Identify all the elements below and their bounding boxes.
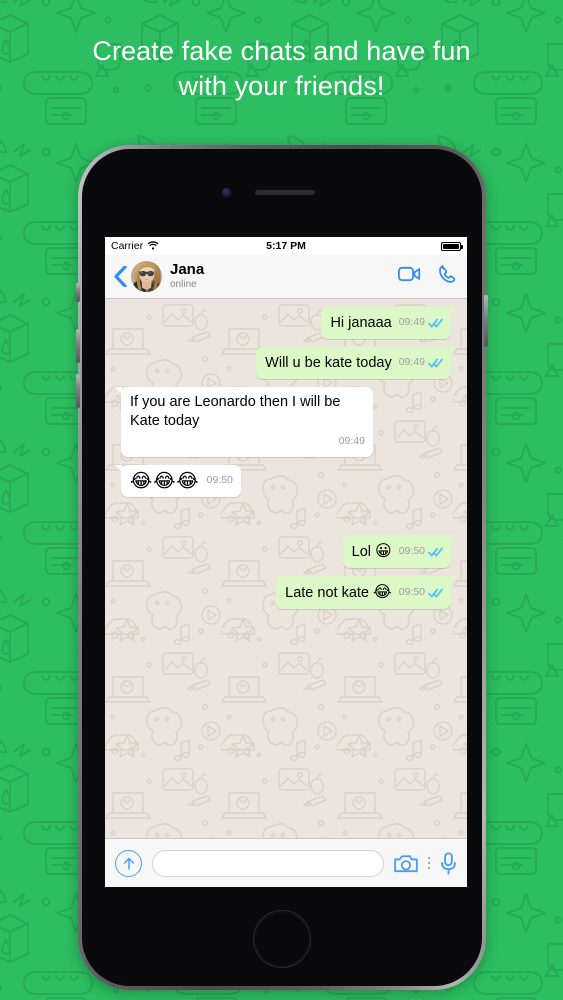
message-emoji: 😂😂😂 (130, 470, 200, 492)
message-text: Hi janaaa (330, 315, 392, 331)
send-arrow-up-icon[interactable] (115, 849, 142, 877)
message-row-outgoing: Will u be kate today 09:49 (114, 347, 458, 379)
phone-screen: Carrier 5:17 PM Jana online Hi janaaa 09… (105, 237, 467, 887)
message-time: 09:49 (338, 435, 365, 447)
camera-icon[interactable] (393, 854, 418, 873)
message-meta: 09:50 (399, 583, 443, 603)
message-text: Lol 😀 (351, 541, 392, 560)
message-row-outgoing: Late not kate 😂 09:50 (114, 576, 458, 609)
message-meta: 09:49 (399, 313, 443, 333)
read-receipt-double-check-icon (428, 318, 443, 328)
message-bubble[interactable]: 😂😂😂 09:50 (115, 465, 241, 497)
message-text-input[interactable] (152, 849, 384, 877)
status-bar: Carrier 5:17 PM (105, 237, 467, 255)
volume-down-button[interactable] (76, 374, 80, 408)
message-bubble[interactable]: Hi janaaa 09:49 (321, 307, 457, 339)
earpiece-speaker (255, 190, 315, 195)
promo-headline: Create fake chats and have fun with your… (0, 34, 563, 104)
power-button[interactable] (484, 295, 488, 347)
message-bubble[interactable]: Lol 😀 09:50 (342, 535, 458, 568)
message-bubble[interactable]: Will u be kate today 09:49 (256, 347, 457, 379)
message-time: 09:50 (398, 545, 425, 557)
message-list: Hi janaaa 09:49 Will u be kate today 09:… (114, 307, 458, 609)
contact-info: Jana online (170, 262, 398, 291)
front-camera-icon (222, 188, 231, 197)
volume-up-button[interactable] (76, 329, 80, 363)
message-bubble[interactable]: If you are Leonardo then I will be Kate … (115, 387, 373, 457)
silent-switch-button[interactable] (76, 283, 80, 302)
message-list-container[interactable]: Hi janaaa 09:49 Will u be kate today 09:… (105, 299, 467, 838)
read-receipt-double-check-icon (428, 588, 443, 598)
message-row-outgoing: Lol 😀 09:50 (114, 535, 458, 568)
phone-body: Carrier 5:17 PM Jana online Hi janaaa 09… (82, 149, 482, 986)
phone-handset-icon[interactable] (437, 264, 457, 289)
message-time: 09:49 (398, 316, 425, 328)
video-camera-icon[interactable] (398, 266, 421, 287)
battery-fill (443, 243, 459, 249)
read-receipt-double-check-icon (428, 358, 443, 368)
message-text: If you are Leonardo then I will be Kate … (130, 394, 341, 429)
message-bubble[interactable]: Late not kate 😂 09:50 (276, 576, 457, 609)
chat-header-actions (398, 264, 457, 289)
chat-header: Jana online (105, 255, 467, 299)
read-receipt-double-check-icon (428, 547, 443, 557)
more-vertical-icon[interactable] (427, 856, 430, 870)
contact-name: Jana (170, 261, 205, 278)
microphone-icon[interactable] (440, 851, 457, 875)
promo-line-1: Create fake chats and have fun (92, 36, 471, 66)
battery-full-icon (441, 241, 463, 251)
message-text: Late not kate 😂 (285, 582, 392, 601)
message-input-bar (105, 838, 467, 887)
message-meta: 09:49 (130, 432, 365, 451)
message-time: 09:50 (398, 586, 425, 598)
status-bar-right (441, 241, 463, 251)
message-text: Will u be kate today (265, 355, 392, 371)
home-button[interactable] (253, 910, 311, 968)
message-meta: 09:50 (207, 471, 233, 491)
message-time: 09:49 (398, 356, 425, 368)
contact-status: online (170, 279, 197, 290)
message-row-incoming: If you are Leonardo then I will be Kate … (114, 387, 458, 457)
message-meta: 09:49 (399, 353, 443, 373)
promo-line-2: with your friends! (178, 71, 385, 101)
message-row-incoming: 😂😂😂 09:50 (114, 465, 458, 497)
message-time: 09:50 (206, 474, 233, 486)
message-row-outgoing: Hi janaaa 09:49 (114, 307, 458, 339)
message-emoji: 😂 (373, 582, 392, 601)
message-meta: 09:50 (399, 542, 443, 562)
phone-mockup: Carrier 5:17 PM Jana online Hi janaaa 09… (76, 145, 488, 990)
message-emoji: 😀 (375, 541, 392, 560)
contact-avatar[interactable] (131, 261, 162, 292)
back-chevron-icon[interactable] (111, 266, 129, 288)
status-bar-time: 5:17 PM (266, 240, 306, 252)
